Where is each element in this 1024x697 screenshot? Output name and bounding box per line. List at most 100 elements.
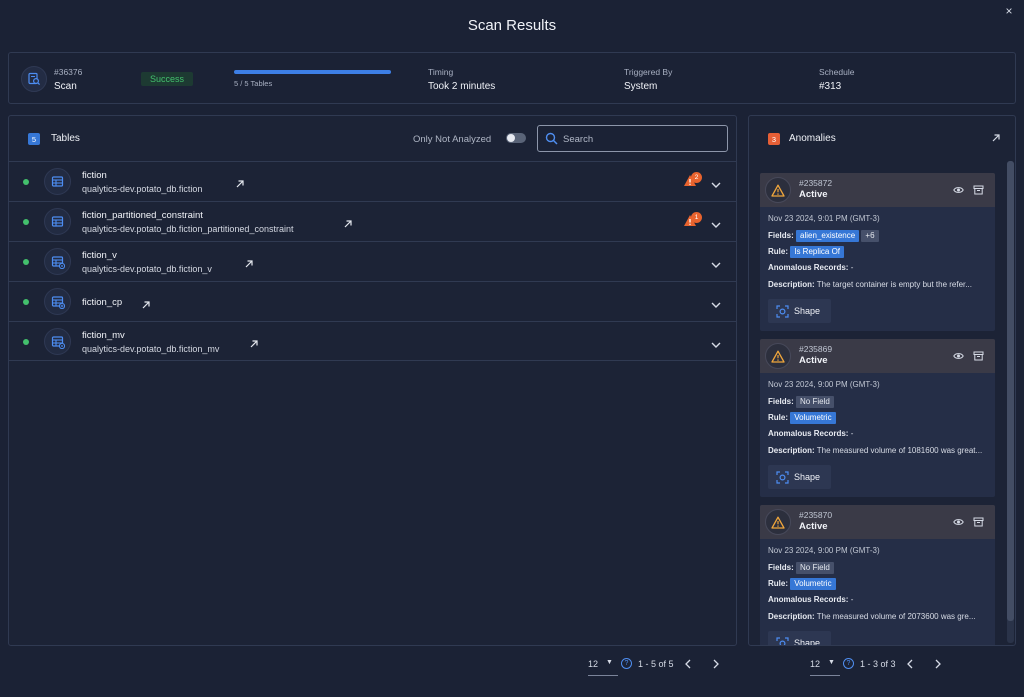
fields-label: Fields: <box>768 397 794 407</box>
anomaly-status: Active <box>799 521 828 532</box>
open-table-icon[interactable] <box>244 256 254 268</box>
view-icon <box>44 248 71 275</box>
help-icon[interactable]: ? <box>843 658 854 669</box>
table-row[interactable]: fiction_partitioned_constraint qualytics-… <box>9 201 736 241</box>
help-icon[interactable]: ? <box>621 658 632 669</box>
fields-line: Fields: No Field <box>768 562 834 574</box>
fields-label: Fields: <box>768 563 794 573</box>
previous-page-icon[interactable] <box>906 659 914 669</box>
table-name[interactable]: fiction_cp <box>82 297 122 308</box>
search-input[interactable] <box>563 132 718 146</box>
description-label: Description: <box>768 612 815 621</box>
anomaly-warning-icon[interactable]: 2 <box>683 172 703 192</box>
anomalies-scrollbar[interactable] <box>1007 161 1014 643</box>
status-dot <box>23 299 29 305</box>
eye-icon[interactable] <box>953 185 964 195</box>
open-table-icon[interactable] <box>343 216 353 228</box>
shape-button[interactable]: Shape <box>768 631 831 645</box>
anomaly-count-badge: 1 <box>691 212 702 223</box>
tables-pager: 12 ▼ ? 1 - 5 of 5 <box>588 656 728 676</box>
search-box[interactable] <box>537 125 728 152</box>
table-row[interactable]: fiction_mv qualytics-dev.potato_db.fictio… <box>9 321 736 361</box>
tables-list: fiction qualytics-dev.potato_db.fiction 2 f… <box>9 161 736 361</box>
next-page-icon[interactable] <box>712 659 720 669</box>
chevron-down-icon[interactable] <box>710 297 722 308</box>
field-chip[interactable]: alien_existence <box>796 230 860 242</box>
archive-icon[interactable] <box>973 185 984 195</box>
table-icon <box>44 208 71 235</box>
eye-icon[interactable] <box>953 351 964 361</box>
shape-icon <box>776 304 789 318</box>
table-row[interactable]: fiction_v qualytics-dev.potato_db.fiction… <box>9 241 736 281</box>
chevron-down-icon[interactable]: ▼ <box>606 659 613 666</box>
records-value: - <box>850 429 854 438</box>
shape-button[interactable]: Shape <box>768 465 831 489</box>
records-line: Anomalous Records: - <box>768 595 853 604</box>
shape-icon <box>776 636 789 645</box>
open-table-icon[interactable] <box>141 297 151 309</box>
anomaly-warning-icon[interactable]: 1 <box>683 212 703 232</box>
records-label: Anomalous Records: <box>768 263 849 272</box>
eye-icon[interactable] <box>953 517 964 527</box>
anomaly-count-badge: 2 <box>691 172 702 183</box>
anomaly-card[interactable]: #235872 Active Nov 23 2024, 9:01 PM (GMT-3… <box>760 173 995 331</box>
rule-chip[interactable]: Volumetric <box>790 578 836 590</box>
anomaly-id: #235869 <box>799 344 833 354</box>
table-row[interactable]: fiction_cp <box>9 281 736 321</box>
status-dot <box>23 179 29 185</box>
extra-fields-chip[interactable]: +6 <box>861 230 879 242</box>
dialog-title: Scan Results <box>467 17 557 34</box>
anomaly-card[interactable]: #235870 Active Nov 23 2024, 9:00 PM (GMT-3… <box>760 505 995 645</box>
scroll-thumb[interactable] <box>1007 161 1014 621</box>
only-not-analyzed-toggle[interactable] <box>506 133 526 143</box>
anomaly-header: #235869 Active <box>760 339 995 373</box>
anomaly-timestamp: Nov 23 2024, 9:01 PM (GMT-3) <box>768 214 880 223</box>
schedule-value: #313 <box>819 81 842 92</box>
table-row[interactable]: fiction qualytics-dev.potato_db.fiction 2 <box>9 161 736 201</box>
rule-label: Rule: <box>768 247 788 257</box>
timing-value: Took 2 minutes <box>428 81 496 92</box>
anomalies-count-badge: 3 <box>768 133 780 145</box>
page-size-select[interactable]: 12 <box>588 659 598 669</box>
field-chip[interactable]: No Field <box>796 562 834 574</box>
next-page-icon[interactable] <box>934 659 942 669</box>
table-name[interactable]: fiction_partitioned_constraint <box>82 210 203 221</box>
rule-line: Rule: Volumetric <box>768 578 836 590</box>
anomaly-status: Active <box>799 189 828 200</box>
archive-icon[interactable] <box>973 517 984 527</box>
page-size-select[interactable]: 12 <box>810 659 820 669</box>
anomaly-header: #235872 Active <box>760 173 995 207</box>
shape-label: Shape <box>794 306 821 316</box>
rule-chip[interactable]: Volumetric <box>790 412 836 424</box>
open-table-icon[interactable] <box>235 176 245 188</box>
close-icon[interactable]: × <box>1002 4 1016 18</box>
records-value: - <box>850 263 854 272</box>
status-dot <box>23 339 29 345</box>
table-name[interactable]: fiction_mv <box>82 330 125 341</box>
warning-icon <box>765 177 791 203</box>
table-name[interactable]: fiction_v <box>82 250 117 261</box>
previous-page-icon[interactable] <box>684 659 692 669</box>
status-badge: Success <box>141 72 193 86</box>
chevron-down-icon[interactable] <box>710 217 722 228</box>
open-table-icon[interactable] <box>249 336 259 348</box>
archive-icon[interactable] <box>973 351 984 361</box>
records-value: - <box>850 595 854 604</box>
search-icon <box>545 132 558 145</box>
chevron-down-icon[interactable] <box>710 177 722 188</box>
scan-summary: #36376 Scan Success 5 / 5 Tables Timing … <box>8 52 1016 104</box>
chevron-down-icon[interactable] <box>710 257 722 268</box>
anomaly-card[interactable]: #235869 Active Nov 23 2024, 9:00 PM (GMT-3… <box>760 339 995 497</box>
open-external-icon[interactable] <box>991 133 1001 143</box>
field-chip[interactable]: No Field <box>796 396 834 408</box>
table-name[interactable]: fiction <box>82 170 107 181</box>
anomaly-status: Active <box>799 355 828 366</box>
description-value: The measured volume of 2073600 was gre..… <box>816 612 976 621</box>
shape-button[interactable]: Shape <box>768 299 831 323</box>
only-not-analyzed-label: Only Not Analyzed <box>413 134 492 145</box>
chevron-down-icon[interactable] <box>710 337 722 348</box>
rule-chip[interactable]: Is Replica Of <box>790 246 845 258</box>
page-range: 1 - 5 of 5 <box>638 659 674 669</box>
records-line: Anomalous Records: - <box>768 263 853 272</box>
chevron-down-icon[interactable]: ▼ <box>828 659 835 666</box>
